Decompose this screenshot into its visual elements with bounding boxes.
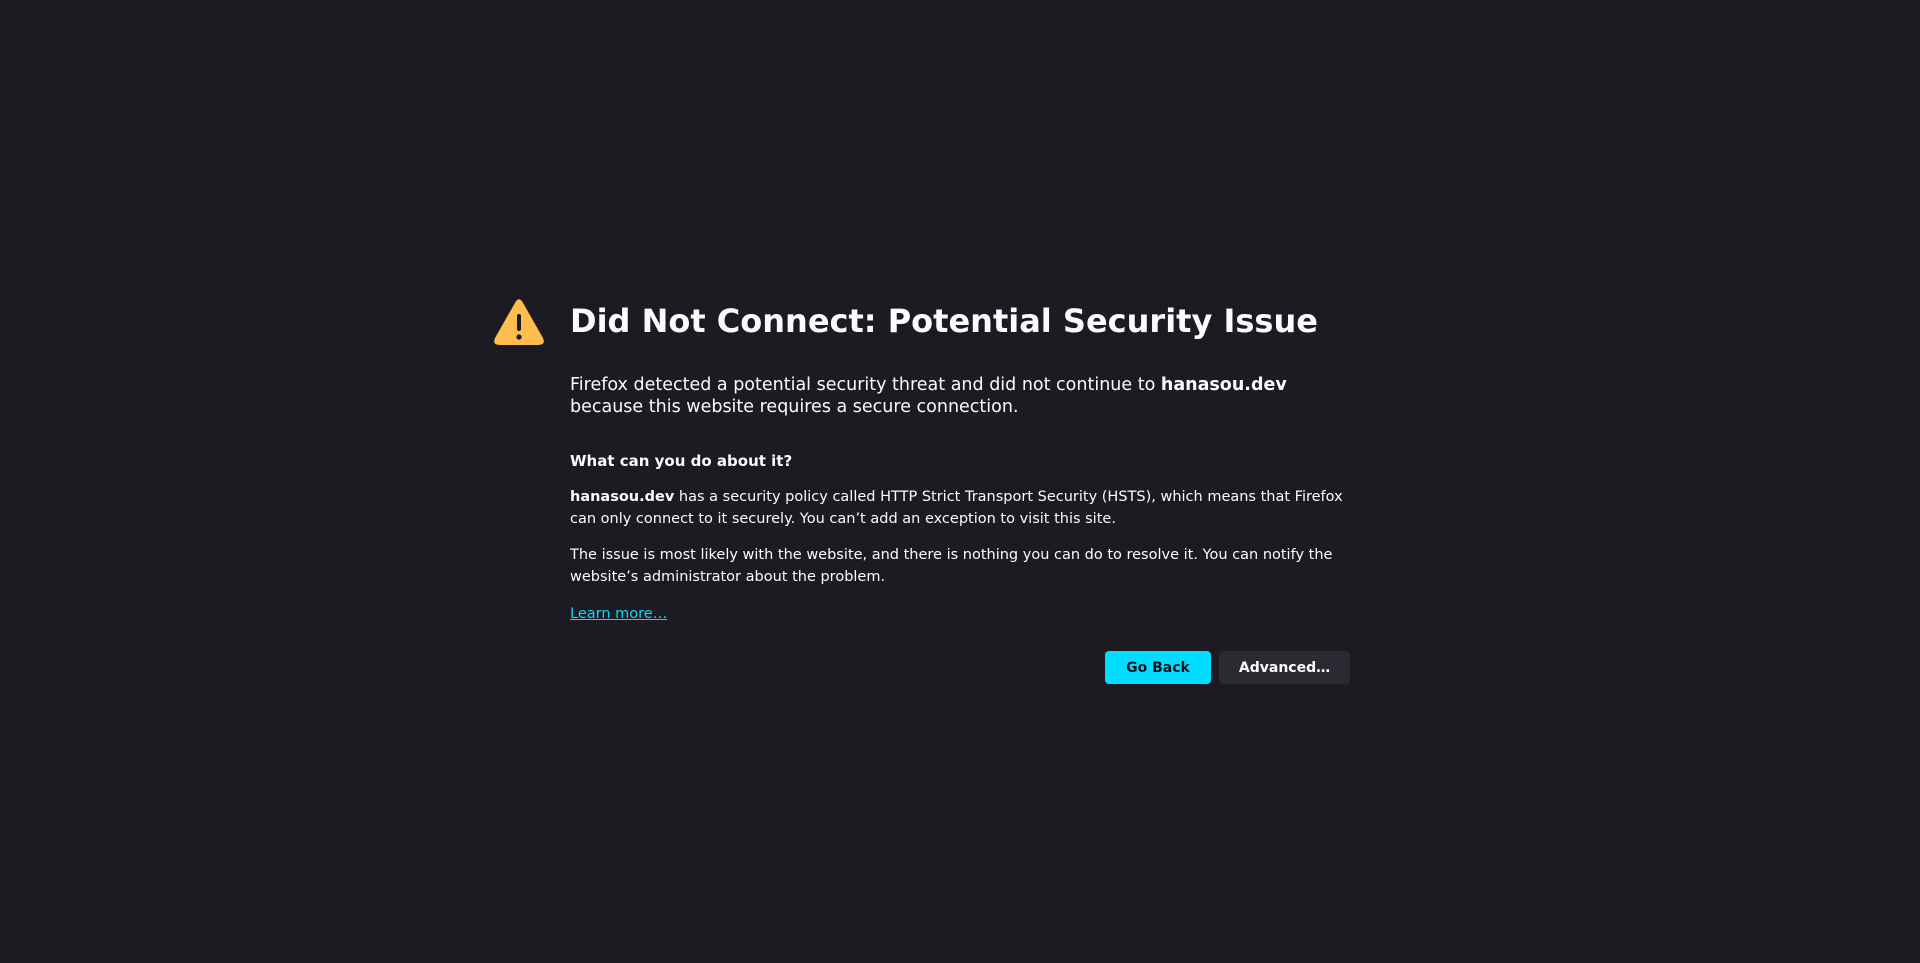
intro-text-before: Firefox detected a potential security th… <box>570 375 1161 395</box>
go-back-button[interactable]: Go Back <box>1105 651 1211 684</box>
learn-more-link[interactable]: Learn more… <box>570 603 667 625</box>
hsts-explanation: hanasou.dev has a security policy called… <box>570 486 1350 530</box>
page-title: Did Not Connect: Potential Security Issu… <box>570 302 1318 340</box>
warning-triangle-icon <box>494 299 544 345</box>
intro-host: hanasou.dev <box>1160 375 1287 395</box>
what-can-you-do-heading: What can you do about it? <box>570 452 793 470</box>
hsts-host: hanasou.dev <box>570 489 675 505</box>
advanced-button[interactable]: Advanced… <box>1219 651 1350 684</box>
button-container: Go Back Advanced… <box>1105 651 1350 684</box>
error-page: Did Not Connect: Potential Security Issu… <box>0 0 1920 963</box>
hsts-text: has a security policy called HTTP Strict… <box>570 489 1343 527</box>
intro-text: Firefox detected a potential security th… <box>570 374 1350 418</box>
error-content: Did Not Connect: Potential Security Issu… <box>570 297 1350 625</box>
issue-explanation: The issue is most likely with the websit… <box>570 547 1333 585</box>
intro-text-after: because this website requires a secure c… <box>570 397 1019 417</box>
